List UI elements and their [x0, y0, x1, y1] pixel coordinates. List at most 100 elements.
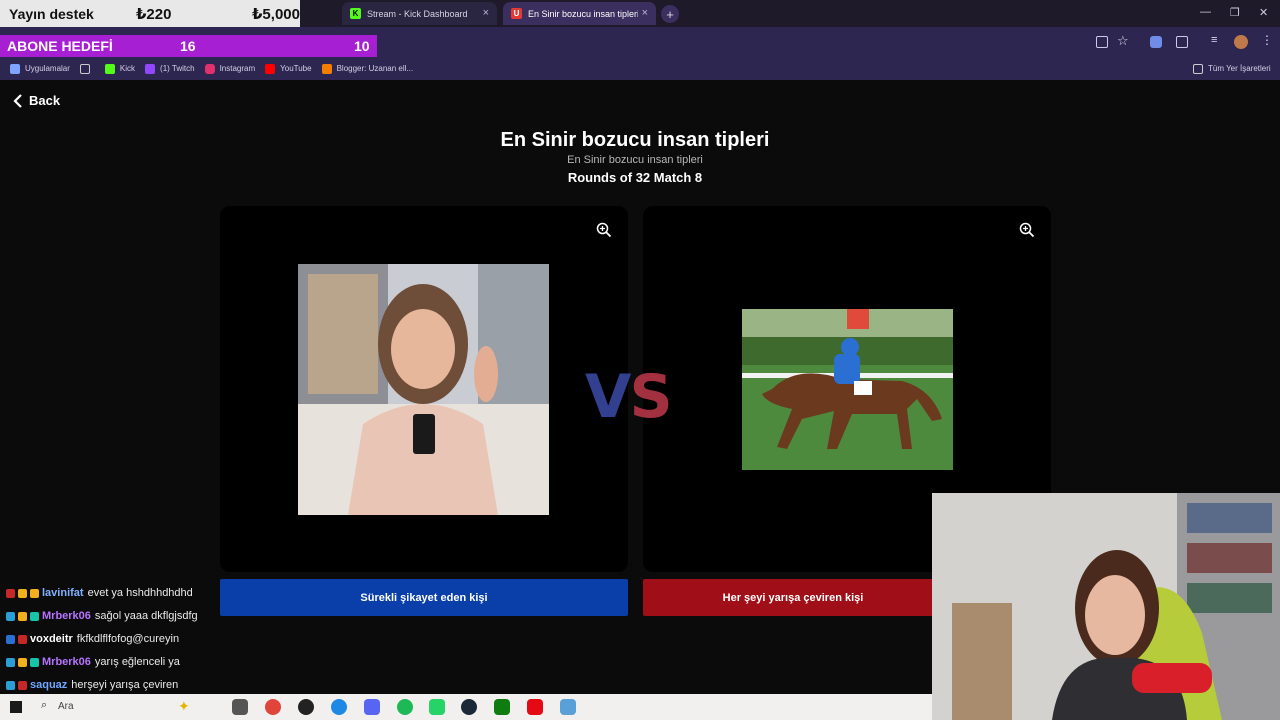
bookmark-twitch[interactable]: (1) Twitch: [145, 63, 195, 74]
discord-icon[interactable]: [364, 699, 380, 715]
chat-message: lavinifat evet ya hshdhhdhdhd: [6, 587, 193, 599]
bookmark-apps[interactable]: Uygulamalar: [10, 63, 70, 74]
chat-username: Mrberk06: [42, 610, 91, 622]
donation-label: Yayın destek: [9, 5, 94, 22]
sub-goal-label: ABONE HEDEFİ: [7, 38, 113, 54]
bookmark-youtube[interactable]: YouTube: [265, 63, 312, 74]
badge-icon: [18, 634, 27, 644]
menu-icon[interactable]: ⋮: [1261, 33, 1273, 47]
badge-icon: [30, 611, 39, 621]
option-image-left: [298, 264, 549, 515]
bookmark-kick[interactable]: Kick: [104, 63, 135, 74]
apps-icon: [10, 63, 20, 74]
settings-icon[interactable]: [560, 699, 576, 715]
puzzle-icon[interactable]: [1176, 36, 1188, 48]
chat-text: herşeyi yarışa çeviren: [71, 679, 179, 691]
chat-username: saquaz: [30, 679, 68, 691]
donation-current: ₺220: [136, 5, 172, 23]
whatsapp-icon[interactable]: [429, 699, 445, 715]
option-image-right: [742, 309, 953, 470]
chrome-icon[interactable]: [265, 699, 281, 715]
restore-icon[interactable]: ❐: [1230, 6, 1240, 19]
tab-kick-dashboard[interactable]: K Stream - Kick Dashboard ×: [342, 2, 497, 25]
site-favicon-icon: U: [511, 8, 522, 19]
bookmarks-bar: Uygulamalar Kick (1) Twitch Instagram Yo…: [0, 57, 1280, 80]
chevron-left-icon: [13, 93, 22, 108]
tab-label: En Sinir bozucu insan tipleri | U: [528, 8, 638, 19]
back-label: Back: [29, 93, 61, 108]
taskbar-search-input[interactable]: Ara: [58, 701, 74, 712]
close-icon[interactable]: ×: [642, 7, 648, 19]
sparkle-icon: ✦: [178, 698, 190, 714]
extension-icon[interactable]: [1150, 36, 1162, 48]
close-window-icon[interactable]: ✕: [1259, 6, 1268, 19]
twitch-icon: [145, 63, 156, 74]
round-label: Rounds of 32 Match 8: [567, 170, 703, 185]
tab-active-game[interactable]: U En Sinir bozucu insan tipleri | U ×: [503, 2, 656, 25]
edge-icon[interactable]: [331, 699, 347, 715]
tab-label: Stream - Kick Dashboard: [367, 8, 468, 19]
kick-icon: [104, 63, 115, 74]
zoom-in-icon[interactable]: [596, 222, 612, 238]
chat-message: Mrberk06 sağol yaaa dkflgjsdfg: [6, 610, 198, 622]
badge-icon: [6, 680, 15, 690]
back-button[interactable]: Back: [13, 93, 60, 108]
xbox-icon[interactable]: [494, 699, 510, 715]
sub-goal-overlay: ABONE HEDEFİ 16 10: [0, 35, 377, 57]
sub-goal-current: 16: [180, 38, 196, 54]
zoom-in-icon[interactable]: [1019, 222, 1035, 238]
chat-message: voxdeitr fkfkdlflfofog@cureyin: [6, 633, 179, 645]
badge-icon: [30, 588, 39, 598]
badge-icon: [18, 680, 27, 690]
chat-text: evet ya hshdhhdhdhd: [87, 587, 193, 599]
bookmark-all[interactable]: Tüm Yer İşaretleri: [1193, 63, 1271, 74]
new-tab-button[interactable]: +: [661, 5, 679, 23]
sub-goal-target: 10: [354, 38, 370, 54]
badge-icon: [6, 588, 15, 598]
netflix-icon[interactable]: [527, 699, 543, 715]
star-icon[interactable]: ☆: [1117, 33, 1129, 49]
badge-icon: [18, 657, 27, 667]
badge-icon: [18, 588, 27, 598]
close-icon[interactable]: ×: [483, 7, 489, 19]
donation-goal: ₺5,000: [252, 5, 300, 23]
vs-label: VS: [585, 362, 673, 432]
spotify-icon[interactable]: [397, 699, 413, 715]
minimize-icon[interactable]: —: [1200, 6, 1211, 18]
kick-favicon-icon: K: [350, 8, 361, 19]
search-icon[interactable]: ⌕: [41, 699, 47, 712]
bookmark-blogger[interactable]: Blogger: Uzanan ell...: [321, 63, 413, 74]
badge-icon: [30, 657, 39, 667]
badge-icon: [18, 611, 27, 621]
page-subtitle: En Sinir bozucu insan tipleri: [567, 154, 703, 166]
chat-message: Mrberk06 yarış eğlenceli ya: [6, 656, 180, 668]
bookmark-grid[interactable]: [79, 63, 95, 74]
bookmark-instagram[interactable]: Instagram: [204, 63, 255, 74]
translate-icon[interactable]: [1096, 36, 1108, 48]
badge-icon: [6, 611, 15, 621]
task-view-icon[interactable]: [232, 699, 248, 715]
steam-icon[interactable]: [461, 699, 477, 715]
choose-left-button[interactable]: Sürekli şikayet eden kişi: [220, 579, 628, 616]
donation-goal-overlay: Yayın destek ₺220 ₺5,000: [0, 0, 300, 27]
folder-icon: [1193, 63, 1203, 74]
vs-letter-v: V: [585, 362, 631, 432]
start-icon[interactable]: [10, 701, 22, 713]
media-icon[interactable]: ≡: [1211, 34, 1217, 46]
taskbar: ⌕ Ara ✦: [0, 694, 932, 720]
chat-username: lavinifat: [42, 587, 84, 599]
avatar[interactable]: [1234, 35, 1248, 49]
chat-username: Mrberk06: [42, 656, 91, 668]
youtube-icon: [265, 63, 276, 74]
badge-icon: [6, 657, 15, 667]
choose-right-button[interactable]: Her şeyi yarışa çeviren kişi: [643, 579, 943, 616]
blogger-icon: [321, 63, 332, 74]
chat-text: yarış eğlenceli ya: [94, 656, 180, 668]
grid-icon: [79, 63, 90, 74]
chat-message: saquaz herşeyi yarışa çeviren: [6, 679, 178, 691]
instagram-icon: [204, 63, 215, 74]
app-icon[interactable]: [298, 699, 314, 715]
page-title: En Sinir bozucu insan tipleri: [500, 129, 770, 151]
badge-icon: [6, 634, 15, 644]
vs-letter-s: S: [629, 362, 672, 432]
